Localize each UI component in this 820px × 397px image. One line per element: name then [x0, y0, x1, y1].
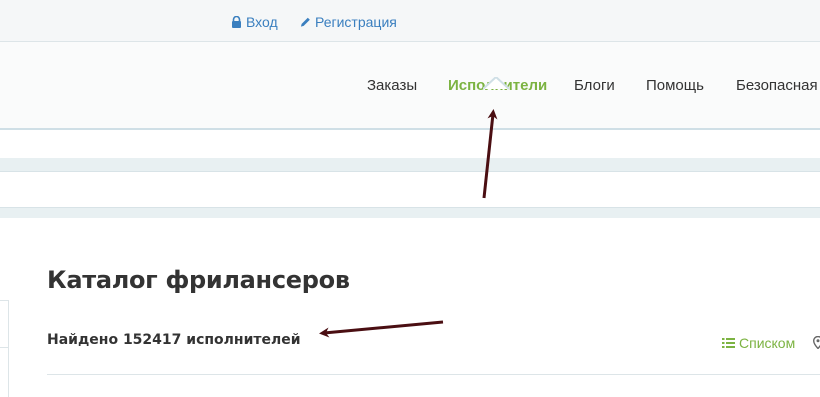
nav-item-blogs[interactable]: Блоги — [574, 77, 615, 94]
login-link[interactable]: Вход — [231, 14, 278, 30]
pencil-icon — [300, 17, 310, 27]
results-count: Найдено 152417 исполнителей — [47, 332, 301, 348]
register-link[interactable]: Регистрация — [300, 14, 397, 30]
view-list-label: Списком — [739, 335, 796, 351]
top-auth-bar: Вход Регистрация — [0, 0, 820, 42]
main-nav: Заказы Исполнители Блоги Помощь Безопасн… — [0, 42, 820, 130]
page: Вход Регистрация Заказы Исполнители Блог… — [0, 0, 820, 397]
nav-item-orders[interactable]: Заказы — [367, 77, 417, 94]
annotation-arrow-count — [319, 320, 444, 338]
results-divider — [47, 374, 820, 375]
page-title: Каталог фрилансеров — [47, 266, 350, 294]
map-marker-icon[interactable] — [813, 336, 820, 349]
list-icon — [722, 338, 735, 348]
lock-icon — [232, 16, 241, 28]
active-nav-caret — [483, 77, 509, 90]
login-label: Вход — [246, 14, 278, 30]
register-label: Регистрация — [315, 14, 397, 30]
view-list-button[interactable]: Списком — [722, 335, 795, 351]
sidebar-panel-divider — [0, 347, 9, 348]
nav-item-safe-deal[interactable]: Безопасная — [736, 77, 818, 94]
subnav-band-bottom — [0, 207, 820, 218]
subnav-band-top — [0, 158, 820, 171]
nav-item-help[interactable]: Помощь — [646, 77, 704, 94]
sidebar-panel-edge — [0, 300, 9, 397]
subnav-divider — [0, 171, 820, 172]
